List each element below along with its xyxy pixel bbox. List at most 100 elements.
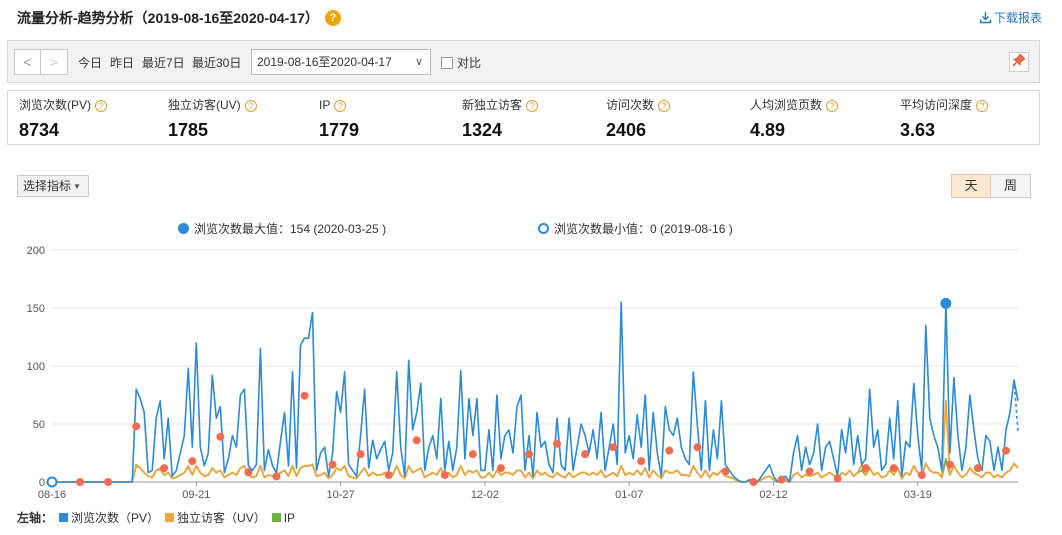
download-label: 下载报表	[993, 11, 1042, 25]
help-icon[interactable]: ?	[324, 10, 341, 26]
granularity-day-button[interactable]: 天	[951, 174, 991, 198]
pv-marker-point	[132, 422, 141, 431]
date-range-select[interactable]: 2019-08-16至2020-04-17 ∨	[251, 49, 431, 75]
prev-period-button[interactable]: <	[14, 49, 41, 75]
metric-label: 访问次数	[606, 98, 655, 112]
metric-value: 8734	[19, 120, 60, 140]
help-icon[interactable]: ?	[244, 100, 257, 112]
filled-dot-icon	[178, 223, 189, 234]
next-period-button[interactable]: >	[41, 49, 68, 75]
pv-marker-point	[384, 471, 393, 480]
pv-marker-point	[973, 464, 982, 473]
pv-marker-point	[777, 475, 786, 484]
metric-visit-depth: 平均访问深度? 3.63	[900, 97, 989, 142]
quick-range-30days[interactable]: 最近30日	[192, 55, 241, 71]
x-tick-label: 10-27	[327, 489, 355, 500]
title-bar: 流量分析-趋势分析（2019-08-16至2020-04-17）? 下载报表	[17, 8, 1042, 28]
metric-value: 2406	[606, 120, 647, 140]
help-icon[interactable]: ?	[526, 100, 539, 112]
quick-range-yesterday[interactable]: 昨日	[110, 55, 134, 71]
metric-value: 1785	[168, 120, 209, 140]
min-value-text: 浏览次数最小值：0 (2019-08-16 )	[554, 222, 733, 236]
y-tick-label: 100	[27, 361, 45, 373]
x-tick-label: 08-16	[38, 489, 66, 500]
hollow-dot-icon	[538, 223, 549, 234]
metric-label: 独立访客(UV)	[168, 98, 241, 112]
date-toolbar: < > 今日 昨日 最近7日 最近30日 2019-08-16至2020-04-…	[7, 40, 1040, 83]
pv-marker-point	[861, 464, 870, 473]
metric-pages-per-visitor: 人均浏览页数? 4.89	[750, 97, 839, 142]
pv-marker-point	[833, 474, 842, 483]
granularity-toggle: 天 周	[951, 174, 1031, 198]
help-icon[interactable]: ?	[658, 100, 671, 112]
compare-toggle[interactable]: 对比	[441, 55, 481, 71]
pv-marker-point	[1001, 446, 1010, 455]
metric-label: 浏览次数(PV)	[19, 98, 92, 112]
download-report-link[interactable]: 下载报表	[979, 10, 1042, 26]
legend-uv[interactable]: 独立访客（UV）	[177, 511, 266, 525]
trend-chart[interactable]: 0 50 100 150 200 08-16 09-21 10-27 12-02 01-07 02…	[0, 238, 1062, 500]
help-icon[interactable]: ?	[976, 100, 989, 112]
metrics-summary: 浏览次数(PV)? 8734 独立访客(UV)? 1785 IP? 1779 新…	[7, 90, 1040, 145]
quick-range-7days[interactable]: 最近7日	[142, 55, 185, 71]
pv-marker-point	[216, 432, 225, 441]
axis-legend: 左轴： 浏览次数（PV） 独立访客（UV） IP	[17, 510, 295, 526]
metric-uv: 独立访客(UV)? 1785	[168, 97, 257, 142]
pv-marker-point	[805, 467, 814, 476]
metric-value: 4.89	[750, 120, 786, 140]
metric-label: 人均浏览页数	[750, 98, 823, 112]
pv-marker-point	[524, 450, 533, 459]
pv-marker-point	[721, 467, 730, 476]
chevron-down-icon: ∨	[414, 56, 423, 68]
page-title: 流量分析-趋势分析（2019-08-16至2020-04-17）	[17, 10, 319, 26]
metric-selector-dropdown[interactable]: 选择指标 ▼	[17, 175, 89, 197]
pv-marker-point	[356, 450, 365, 459]
metric-new-visitors: 新独立访客? 1324	[462, 97, 539, 142]
ip-swatch-icon	[271, 513, 281, 522]
pv-marker-point	[609, 443, 618, 452]
max-point-marker	[940, 297, 952, 309]
min-value-legend: 浏览次数最小值：0 (2019-08-16 )	[538, 221, 733, 237]
x-tick-label: 01-07	[615, 489, 643, 500]
pv-marker-point	[272, 472, 281, 481]
pv-series-line	[52, 301, 1019, 483]
help-icon[interactable]: ?	[826, 100, 839, 112]
download-icon	[979, 12, 992, 24]
y-tick-label: 150	[27, 303, 45, 315]
metric-value: 3.63	[900, 120, 936, 140]
min-point-marker	[46, 476, 58, 488]
pv-marker-point	[244, 468, 253, 477]
legend-ip[interactable]: IP	[284, 511, 295, 525]
help-icon[interactable]: ?	[334, 100, 347, 112]
axis-legend-prefix: 左轴：	[17, 511, 54, 525]
metric-value: 1779	[319, 120, 360, 140]
y-tick-label: 0	[39, 477, 45, 489]
legend-pv[interactable]: 浏览次数（PV）	[71, 511, 159, 525]
max-value-legend: 浏览次数最大值：154 (2020-03-25 )	[178, 221, 386, 237]
pv-marker-point	[76, 478, 85, 486]
help-icon[interactable]: ?	[95, 100, 108, 112]
metric-label: 平均访问深度	[900, 98, 973, 112]
pv-marker-point	[581, 450, 590, 459]
quick-range-today[interactable]: 今日	[78, 55, 102, 71]
metric-label: 新独立访客	[462, 98, 523, 112]
metric-value: 1324	[462, 120, 503, 140]
x-tick-label: 12-02	[471, 489, 499, 500]
compare-checkbox[interactable]	[441, 57, 453, 69]
uv-swatch-icon	[165, 513, 175, 522]
date-range-value: 2019-08-16至2020-04-17	[257, 55, 392, 69]
pv-marker-point	[160, 464, 169, 473]
x-tick-label: 09-21	[182, 489, 210, 500]
caret-down-icon: ▼	[73, 182, 81, 191]
x-tick-label: 02-12	[759, 489, 787, 500]
pv-marker-point	[300, 391, 309, 400]
pv-marker-point	[889, 464, 898, 473]
granularity-week-button[interactable]: 周	[991, 174, 1031, 198]
pv-marker-point	[188, 457, 197, 466]
pv-marker-point	[553, 439, 562, 448]
pin-icon	[1012, 53, 1026, 67]
pv-marker-point	[496, 464, 505, 473]
pv-marker-point	[917, 471, 926, 480]
pin-button[interactable]	[1009, 52, 1029, 72]
max-value-text: 浏览次数最大值：154 (2020-03-25 )	[194, 222, 387, 236]
